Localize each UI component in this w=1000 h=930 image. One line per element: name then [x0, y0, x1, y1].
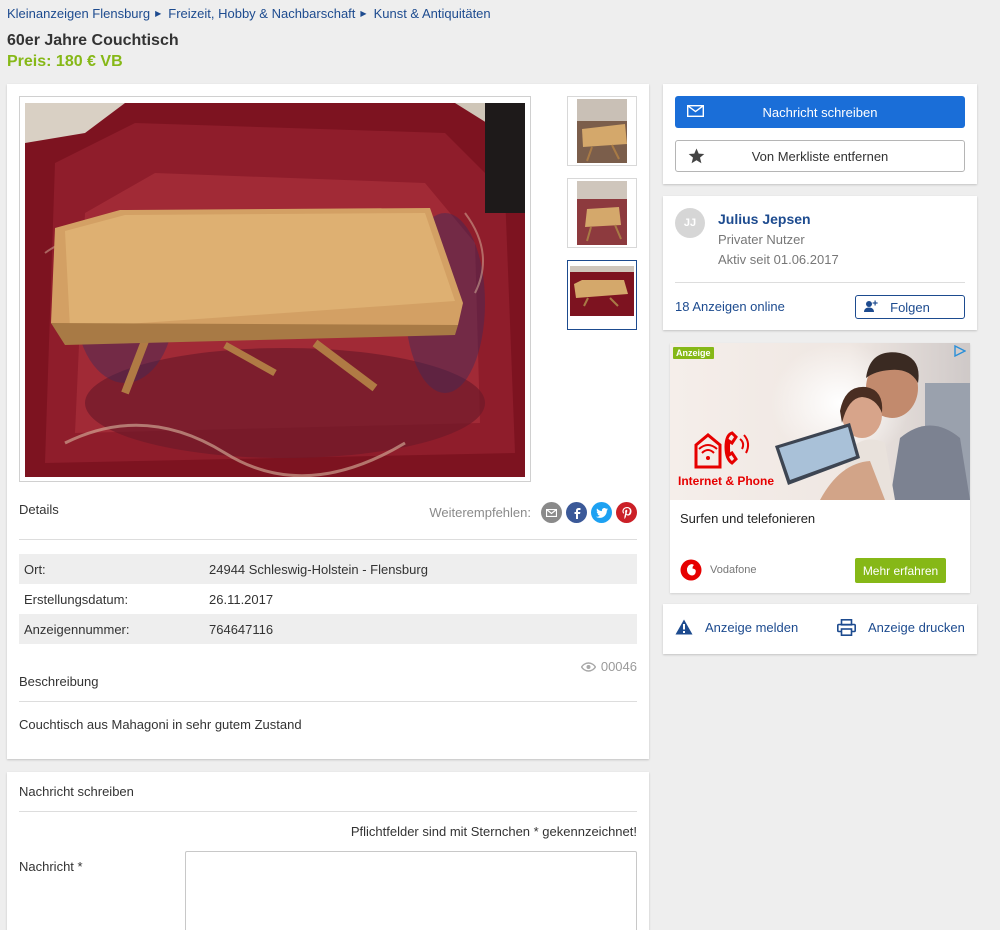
seller-ads-link[interactable]: 18 Anzeigen online — [675, 299, 785, 314]
follow-label: Folgen — [890, 299, 930, 315]
description-heading: Beschreibung — [19, 674, 99, 689]
thumbnail-1[interactable] — [567, 96, 637, 166]
detail-key: Erstellungsdatum: — [24, 591, 129, 607]
page-title: 60er Jahre Couchtisch — [7, 32, 179, 49]
write-message-label: Nachricht schreiben — [762, 104, 878, 120]
remove-from-watchlist-button[interactable]: Von Merkliste entfernen — [675, 140, 965, 172]
printer-icon — [837, 619, 856, 636]
ad-badge: Anzeige — [673, 347, 714, 359]
message-form-heading: Nachricht schreiben — [19, 784, 134, 799]
report-ad-link[interactable]: Anzeige melden — [675, 619, 798, 635]
seller-type: Privater Nutzer — [718, 232, 805, 247]
description-text: Couchtisch aus Mahagoni in sehr gutem Zu… — [19, 717, 302, 732]
detail-value: 26.11.2017 — [209, 591, 274, 607]
report-ad-label: Anzeige melden — [705, 619, 799, 635]
share-bar: Weiterempfehlen: — [429, 502, 637, 523]
eye-icon — [580, 661, 596, 672]
print-ad-label: Anzeige drucken — [868, 620, 965, 635]
write-message-button[interactable]: Nachricht schreiben — [675, 96, 965, 128]
ad-headline: Surfen und telefonieren — [680, 511, 816, 526]
detail-row-location: Ort: 24944 Schleswig-Holstein - Flensbur… — [19, 554, 637, 584]
divider — [675, 282, 965, 283]
contact-actions-card: Nachricht schreiben Von Merkliste entfer… — [663, 84, 977, 184]
remove-from-watchlist-label: Von Merkliste entfernen — [751, 148, 889, 164]
detail-value: 24944 Schleswig-Holstein - Flensburg — [209, 561, 428, 577]
thumbnail-2[interactable] — [567, 178, 637, 248]
add-user-icon — [864, 300, 878, 312]
avatar: JJ — [675, 208, 705, 238]
envelope-icon — [687, 105, 704, 117]
detail-key: Anzeigennummer: — [24, 621, 130, 637]
seller-name-link[interactable]: Julius Jepsen — [718, 211, 811, 227]
view-counter: 00046 — [580, 659, 637, 674]
required-fields-note: Pflichtfelder sind mit Sternchen * geken… — [350, 824, 637, 839]
ad-choices-icon[interactable] — [954, 345, 966, 357]
ad-cta-button[interactable]: Mehr erfahren — [855, 558, 946, 583]
thumbnail-photo — [570, 266, 634, 316]
ad-advertiser: Vodafone — [710, 564, 757, 576]
details-heading: Details — [19, 502, 59, 517]
message-textarea[interactable] — [185, 851, 637, 930]
advertisement-banner[interactable]: Anzeige Internet & Phone Surfen und tele… — [670, 343, 970, 593]
pinterest-icon[interactable] — [616, 502, 637, 523]
print-ad-link[interactable]: Anzeige drucken — [837, 619, 965, 636]
thumbnail-3-selected[interactable] — [567, 260, 637, 330]
detail-row-created: Erstellungsdatum: 26.11.2017 — [19, 584, 637, 614]
seller-card: JJ Julius Jepsen Privater Nutzer Aktiv s… — [663, 196, 977, 330]
warning-icon — [675, 619, 693, 635]
ad-brand-text: Internet & Phone — [678, 474, 775, 488]
seller-active-since: Aktiv seit 01.06.2017 — [718, 252, 839, 267]
vodafone-logo-icon — [680, 559, 702, 581]
breadcrumb-separator-icon: ▶ — [155, 8, 162, 18]
share-label: Weiterempfehlen: — [429, 505, 531, 520]
internet-phone-icon — [694, 431, 750, 469]
thumbnail-photo — [577, 181, 627, 245]
twitter-icon[interactable] — [591, 502, 612, 523]
listing-card: Details Weiterempfehlen: Ort: 24944 Schl… — [7, 84, 649, 759]
breadcrumb-separator-icon: ▶ — [360, 8, 367, 18]
facebook-icon[interactable] — [566, 502, 587, 523]
description-header: Beschreibung — [19, 674, 637, 702]
follow-button[interactable]: Folgen — [855, 295, 965, 319]
email-icon[interactable] — [541, 502, 562, 523]
message-form-header: Nachricht schreiben — [19, 784, 637, 812]
price-label: Preis: 180 € VB — [7, 53, 123, 70]
view-count: 00046 — [600, 659, 637, 674]
star-icon — [688, 148, 705, 164]
breadcrumb-item-location[interactable]: Kleinanzeigen Flensburg — [7, 6, 150, 21]
detail-key: Ort: — [24, 561, 46, 577]
ad-tools-card: Anzeige melden Anzeige drucken — [663, 604, 977, 654]
breadcrumb: Kleinanzeigen Flensburg ▶ Freizeit, Hobb… — [7, 5, 491, 21]
coffee-table-photo — [25, 103, 525, 477]
details-header: Details Weiterempfehlen: — [19, 502, 637, 540]
breadcrumb-item-subcategory[interactable]: Kunst & Antiquitäten — [374, 6, 491, 21]
thumbnail-photo — [577, 99, 627, 163]
detail-value: 764647116 — [209, 621, 274, 637]
breadcrumb-item-category[interactable]: Freizeit, Hobby & Nachbarschaft — [168, 6, 355, 21]
message-label: Nachricht * — [19, 859, 83, 874]
detail-row-ad-number: Anzeigennummer: 764647116 — [19, 614, 637, 644]
details-table: Ort: 24944 Schleswig-Holstein - Flensbur… — [19, 554, 637, 644]
main-photo[interactable] — [19, 96, 531, 482]
message-form-card: Nachricht schreiben Pflichtfelder sind m… — [7, 772, 649, 930]
